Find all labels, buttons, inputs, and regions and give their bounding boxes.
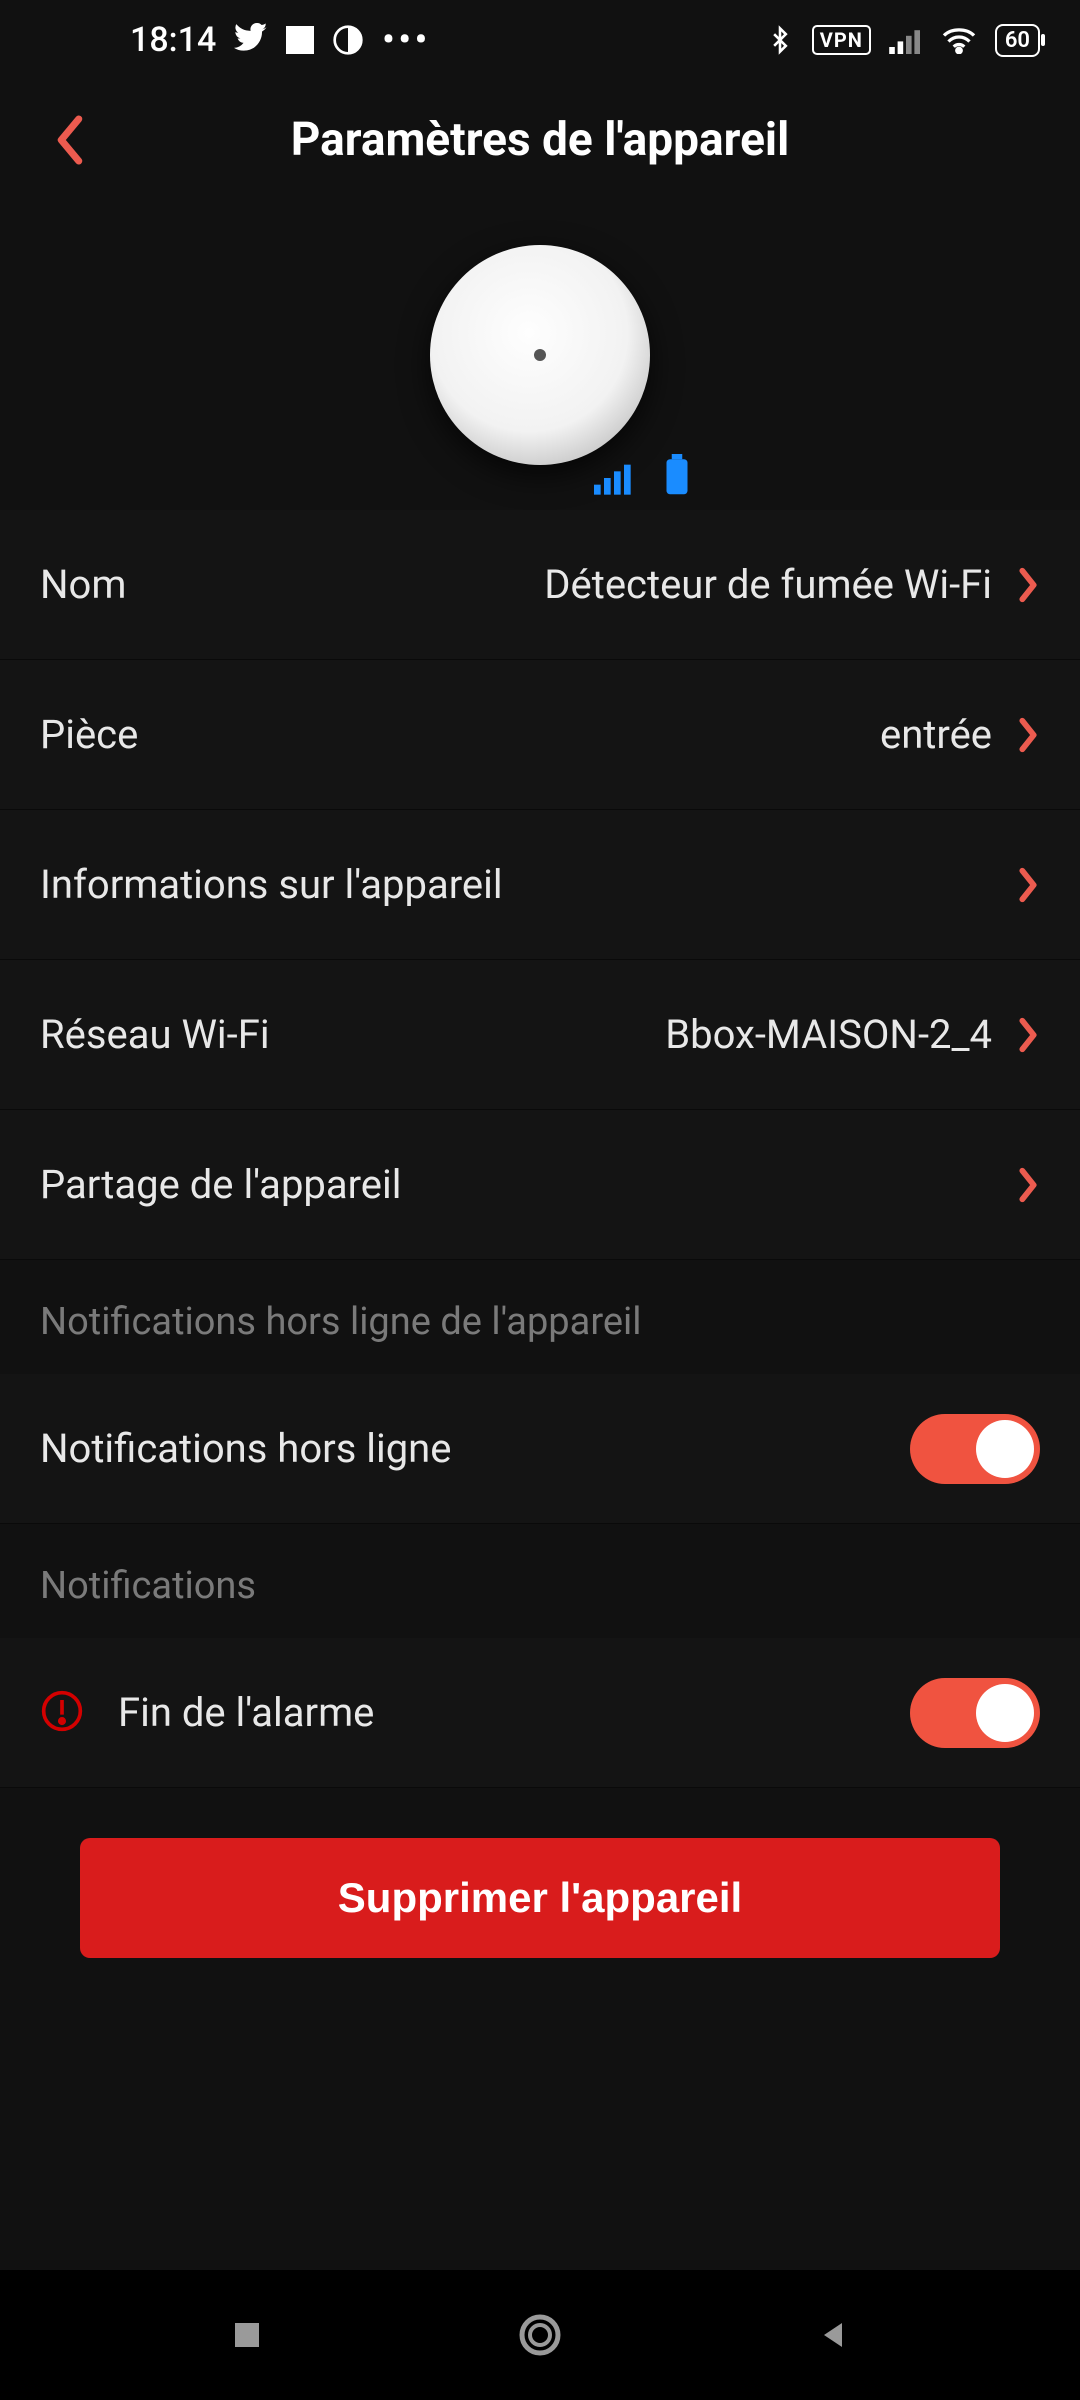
toggle-knob <box>976 1684 1034 1742</box>
toggle-offline[interactable] <box>910 1414 1040 1484</box>
battery-icon: 60 <box>995 24 1040 57</box>
bluetooth-icon <box>766 23 794 57</box>
row-name[interactable]: Nom Détecteur de fumée Wi-Fi <box>0 510 1080 660</box>
device-image <box>430 245 650 465</box>
row-name-value: Détecteur de fumée Wi-Fi <box>544 561 992 608</box>
chevron-right-icon <box>1016 565 1040 605</box>
row-room-right: entrée <box>880 711 1040 758</box>
app-square-icon <box>286 26 314 54</box>
chevron-right-icon <box>1016 715 1040 755</box>
device-battery-icon <box>664 454 690 500</box>
device-image-area <box>0 200 1080 510</box>
row-name-right: Détecteur de fumée Wi-Fi <box>544 561 1040 608</box>
section-offline-header: Notifications hors ligne de l'appareil <box>0 1260 1080 1374</box>
app-header: Paramètres de l'appareil <box>0 80 1080 200</box>
device-signal-icon <box>594 460 634 500</box>
status-bar: 18:14 ••• VPN 60 <box>0 0 1080 80</box>
device-status-icons <box>594 454 690 500</box>
row-device-info-right <box>1016 865 1040 905</box>
row-wifi-right: Bbox-MAISON-2_4 <box>665 1011 1040 1058</box>
row-offline-label: Notifications hors ligne <box>40 1425 451 1472</box>
status-right: VPN 60 <box>766 23 1040 57</box>
more-dots-icon: ••• <box>382 20 431 60</box>
twitter-icon <box>234 23 268 57</box>
nav-recent-button[interactable] <box>207 2295 287 2375</box>
row-share-label: Partage de l'appareil <box>40 1161 401 1208</box>
nav-home-button[interactable] <box>500 2295 580 2375</box>
system-nav-bar <box>0 2270 1080 2400</box>
row-alarm-label: Fin de l'alarme <box>118 1689 374 1736</box>
screen: 18:14 ••• VPN 60 <box>0 0 1080 2400</box>
delete-area: Supprimer l'appareil <box>0 1788 1080 2018</box>
wifi-icon <box>941 26 977 54</box>
toggle-knob <box>976 1420 1034 1478</box>
status-time: 18:14 <box>130 20 216 60</box>
chevron-right-icon <box>1016 1165 1040 1205</box>
spacer <box>0 2018 1080 2270</box>
chevron-right-icon <box>1016 865 1040 905</box>
row-device-info-label: Informations sur l'appareil <box>40 861 503 908</box>
row-wifi-value: Bbox-MAISON-2_4 <box>665 1011 992 1058</box>
back-button[interactable] <box>40 110 100 170</box>
row-alarm-end: Fin de l'alarme <box>0 1638 1080 1788</box>
row-share[interactable]: Partage de l'appareil <box>0 1110 1080 1260</box>
row-device-info[interactable]: Informations sur l'appareil <box>0 810 1080 960</box>
row-share-right <box>1016 1165 1040 1205</box>
row-room-label: Pièce <box>40 711 138 758</box>
row-wifi-label: Réseau Wi-Fi <box>40 1011 270 1058</box>
page-title: Paramètres de l'appareil <box>291 113 790 167</box>
nav-back-button[interactable] <box>793 2295 873 2375</box>
row-room-value: entrée <box>880 711 992 758</box>
vpn-icon: VPN <box>812 25 871 55</box>
toggle-alarm-end[interactable] <box>910 1678 1040 1748</box>
status-left: 18:14 ••• <box>130 20 431 60</box>
delete-device-button[interactable]: Supprimer l'appareil <box>80 1838 1000 1958</box>
section-notifications-header: Notifications <box>0 1524 1080 1638</box>
delete-button-label: Supprimer l'appareil <box>338 1874 742 1922</box>
row-wifi[interactable]: Réseau Wi-Fi Bbox-MAISON-2_4 <box>0 960 1080 1110</box>
alert-circle-icon <box>40 1689 84 1737</box>
row-alarm-left: Fin de l'alarme <box>40 1689 374 1737</box>
chevron-right-icon <box>1016 1015 1040 1055</box>
cellular-signal-icon <box>889 26 923 54</box>
row-offline-toggle: Notifications hors ligne <box>0 1374 1080 1524</box>
settings-list: Nom Détecteur de fumée Wi-Fi Pièce entré… <box>0 510 1080 1788</box>
row-room[interactable]: Pièce entrée <box>0 660 1080 810</box>
row-name-label: Nom <box>40 561 126 608</box>
circle-half-icon <box>332 24 364 56</box>
